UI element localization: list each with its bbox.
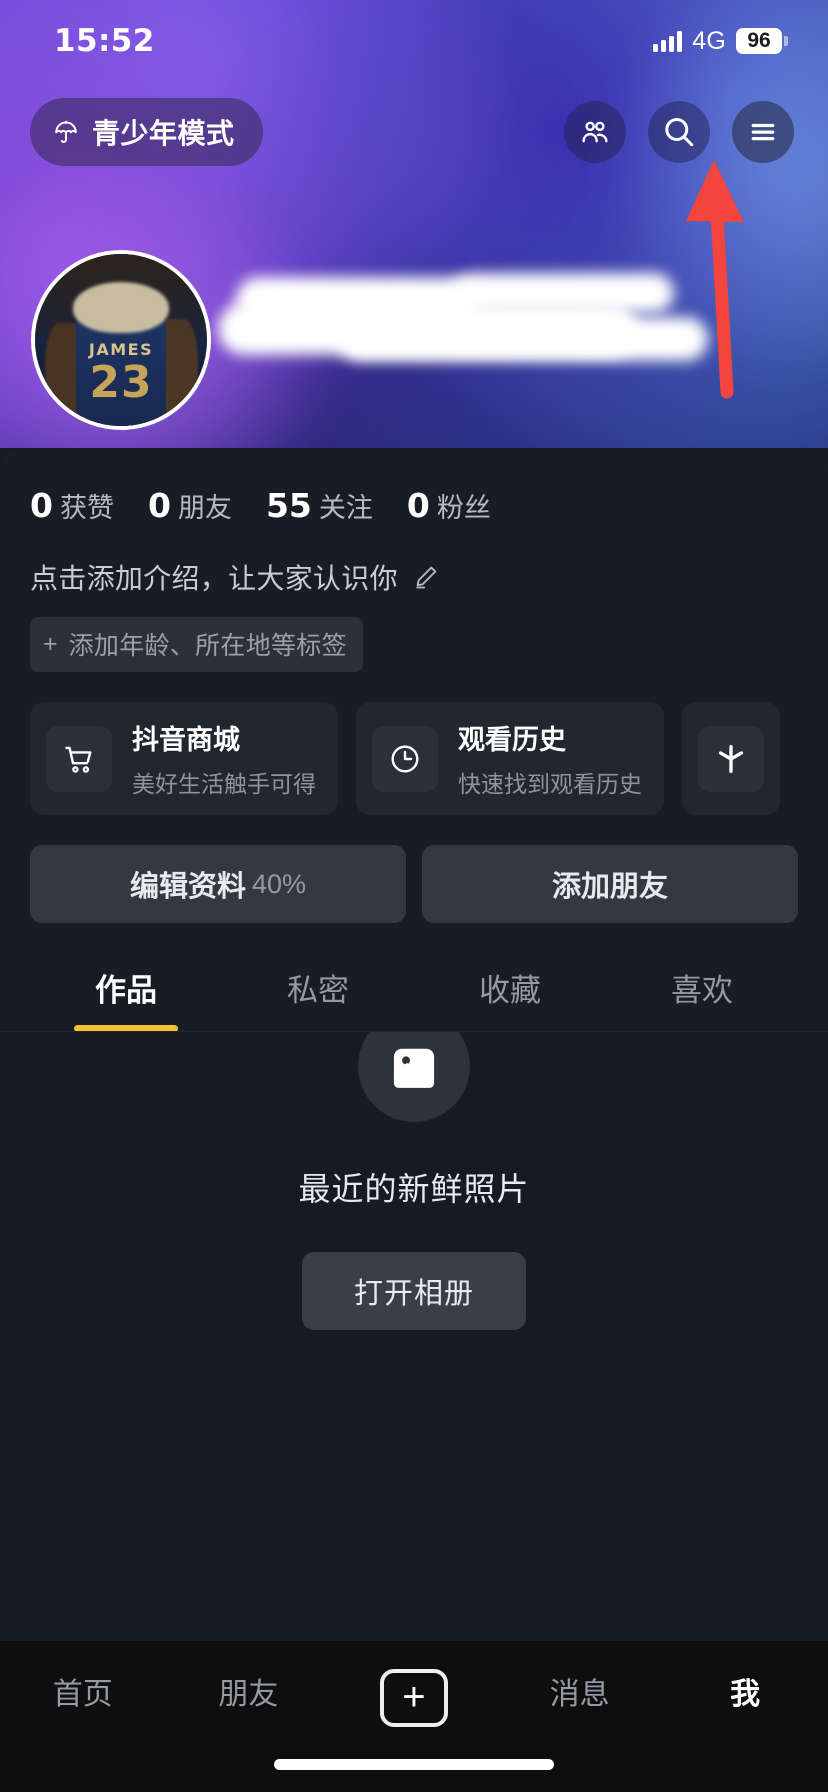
- avatar[interactable]: JAMES 23: [31, 250, 211, 430]
- stat-followers[interactable]: 0 粉丝: [407, 486, 491, 525]
- nav-item-me[interactable]: 我: [662, 1669, 828, 1713]
- stat-following-label: 关注: [318, 493, 373, 523]
- stat-likes-label: 获赞: [59, 493, 114, 523]
- profile-card: 0 获赞 0 朋友 55 关注 0 粉丝 点击添加介绍，让大家认识你 + 添加年…: [0, 448, 828, 1032]
- open-album-button[interactable]: 打开相册: [301, 1252, 526, 1330]
- tag-plus-icon: +: [43, 629, 58, 658]
- teen-mode-button[interactable]: 青少年模式: [30, 98, 263, 166]
- shortcut-spark[interactable]: [682, 702, 780, 815]
- action-buttons: 编辑资料 40% 添加朋友: [30, 845, 798, 923]
- shortcut-history-icon-box: [372, 725, 438, 792]
- tab-works-label: 作品: [95, 973, 157, 1008]
- add-tag-chip[interactable]: + 添加年龄、所在地等标签: [30, 617, 363, 672]
- nav-item-create[interactable]: +: [331, 1669, 497, 1727]
- stat-likes[interactable]: 0 获赞: [30, 486, 114, 525]
- header-icon-group: [564, 101, 794, 163]
- nav-item-messages[interactable]: 消息: [497, 1669, 663, 1713]
- shortcut-history-subtitle: 快速找到观看历史: [458, 771, 642, 797]
- status-bar-right: 4G 96: [653, 27, 782, 56]
- stat-friends[interactable]: 0 朋友: [148, 486, 232, 525]
- pencil-icon: [416, 566, 437, 589]
- shortcut-history-title: 观看历史: [458, 725, 566, 755]
- edit-profile-button[interactable]: 编辑资料 40%: [30, 845, 406, 923]
- shopping-cart-icon: [65, 746, 92, 773]
- battery-icon: 96: [736, 28, 782, 54]
- nav-item-home[interactable]: 首页: [0, 1669, 166, 1713]
- empty-state: 最近的新鲜照片 打开相册: [0, 1010, 828, 1330]
- friends-icon: [582, 121, 608, 143]
- spark-icon: [718, 744, 744, 773]
- network-type-label: 4G: [692, 26, 726, 55]
- add-tag-label: 添加年龄、所在地等标签: [68, 632, 347, 660]
- shortcut-row: 抖音商城 美好生活触手可得 观看历史 快速找到观看历史: [30, 702, 798, 815]
- status-bar-time: 15:52: [54, 23, 155, 59]
- stat-followers-value: 0: [406, 486, 430, 525]
- username-redacted: [218, 255, 708, 373]
- shortcut-spark-icon-box: [698, 725, 764, 792]
- tab-private-label: 私密: [287, 973, 349, 1008]
- empty-state-title: 最近的新鲜照片: [298, 1171, 530, 1207]
- tab-favorites-label: 收藏: [479, 973, 541, 1008]
- shortcut-mall[interactable]: 抖音商城 美好生活触手可得: [30, 702, 338, 815]
- status-bar: 15:52 4G 96: [0, 0, 828, 82]
- content-tabs: 作品 私密 收藏 喜欢: [0, 965, 828, 1032]
- tab-divider: [0, 1031, 828, 1032]
- add-friend-button[interactable]: 添加朋友: [422, 845, 798, 923]
- phone-screen: 15:52 4G 96 青少年模式 JAMES 23 0 获赞 0 朋友 55 …: [0, 0, 828, 1792]
- image-placeholder-icon: [393, 1048, 435, 1088]
- teen-mode-label: 青少年模式: [92, 118, 235, 149]
- search-icon: [665, 117, 694, 147]
- profile-header: 青少年模式: [0, 96, 828, 168]
- friends-icon-button[interactable]: [564, 101, 626, 163]
- stat-friends-label: 朋友: [177, 493, 232, 523]
- stat-followers-label: 粉丝: [436, 493, 491, 523]
- stat-friends-value: 0: [147, 486, 171, 525]
- avatar-photo: JAMES 23: [35, 254, 207, 426]
- nav-item-friends[interactable]: 朋友: [166, 1669, 332, 1713]
- cellular-signal-icon: [653, 30, 683, 52]
- tab-likes-label: 喜欢: [671, 973, 733, 1008]
- tab-likes[interactable]: 喜欢: [606, 965, 798, 1032]
- tab-private[interactable]: 私密: [222, 965, 414, 1032]
- shortcut-history[interactable]: 观看历史 快速找到观看历史: [356, 702, 664, 815]
- tab-works[interactable]: 作品: [30, 965, 222, 1032]
- shortcut-history-text: 观看历史 快速找到观看历史: [458, 718, 642, 799]
- shortcut-mall-icon-box: [46, 725, 112, 792]
- stat-following[interactable]: 55 关注: [266, 486, 373, 525]
- shortcut-mall-text: 抖音商城 美好生活触手可得: [132, 718, 316, 799]
- plus-glyph: +: [402, 1674, 426, 1719]
- hamburger-menu-icon: [751, 123, 775, 141]
- hamburger-menu-button[interactable]: [732, 101, 794, 163]
- tab-favorites[interactable]: 收藏: [414, 965, 606, 1032]
- umbrella-icon: [55, 120, 77, 143]
- shortcut-mall-title: 抖音商城: [132, 725, 240, 755]
- home-indicator: [274, 1759, 554, 1770]
- bio-row[interactable]: 点击添加介绍，让大家认识你: [30, 557, 798, 597]
- plus-icon: +: [379, 1669, 448, 1727]
- search-icon-button[interactable]: [648, 101, 710, 163]
- edit-profile-label: 编辑资料: [129, 871, 246, 903]
- avatar-jersey-number: 23: [89, 357, 153, 409]
- stat-likes-value: 0: [30, 486, 53, 525]
- profile-stats: 0 获赞 0 朋友 55 关注 0 粉丝: [30, 448, 798, 525]
- stat-following-value: 55: [265, 486, 312, 525]
- edit-profile-progress: 40%: [251, 868, 307, 899]
- shortcut-mall-subtitle: 美好生活触手可得: [132, 771, 316, 797]
- clock-icon: [391, 745, 419, 772]
- avatar-jersey-name: JAMES: [88, 340, 154, 359]
- bio-placeholder: 点击添加介绍，让大家认识你: [30, 563, 398, 594]
- add-friend-label: 添加朋友: [551, 871, 668, 903]
